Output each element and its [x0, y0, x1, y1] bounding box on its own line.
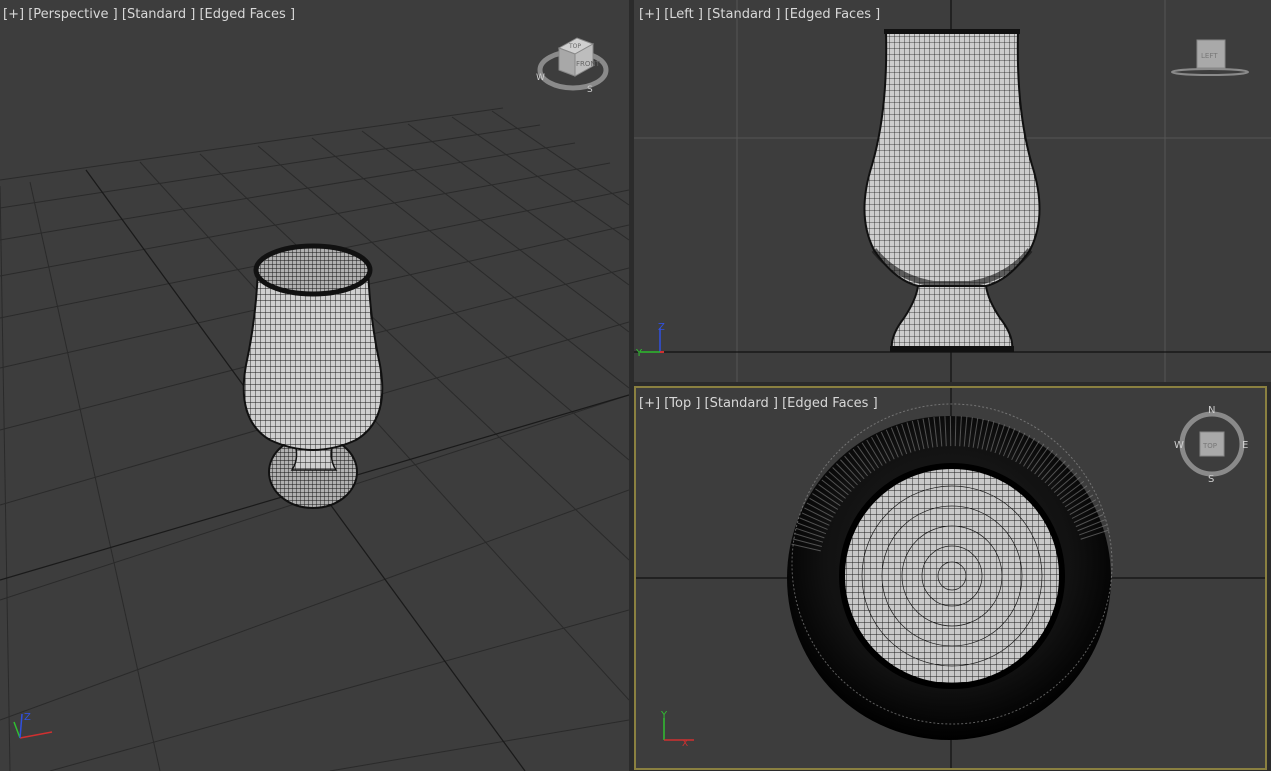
- view-type-menu[interactable]: [Left ]: [664, 7, 703, 22]
- viewport-perspective[interactable]: [+] [Perspective ] [Standard ] [Edged Fa…: [0, 0, 629, 771]
- compass-s-label: S: [1208, 474, 1214, 484]
- glass-mesh-perspective: [242, 243, 384, 509]
- glass-mesh-top: [787, 403, 1113, 740]
- compass-s-label: S: [587, 85, 593, 95]
- viewcube-face-label: TOP: [1202, 442, 1217, 450]
- axis-z-label: Z: [658, 322, 665, 333]
- viewcube-top-label: TOP: [568, 43, 581, 50]
- viewcube[interactable]: LEFT: [1170, 36, 1250, 80]
- viewport-menu-button[interactable]: [+]: [639, 396, 660, 411]
- axis-z-label: Z: [24, 712, 31, 723]
- compass-n-label: N: [1208, 405, 1215, 416]
- axis-tripod: Z: [13, 712, 53, 739]
- display-mode-menu[interactable]: [Edged Faces ]: [782, 396, 878, 411]
- viewport-label-perspective: [+] [Perspective ] [Standard ] [Edged Fa…: [3, 7, 295, 22]
- shading-menu[interactable]: [Standard ]: [707, 7, 780, 22]
- shading-menu[interactable]: [Standard ]: [705, 396, 778, 411]
- viewport-menu-button[interactable]: [+]: [639, 7, 660, 22]
- viewcube[interactable]: TOP N S W E: [1174, 404, 1250, 484]
- compass-w-label: W: [536, 73, 545, 83]
- axis-x-label: X: [682, 739, 688, 748]
- shading-menu[interactable]: [Standard ]: [122, 7, 195, 22]
- viewport-label-left: [+] [Left ] [Standard ] [Edged Faces ]: [639, 7, 880, 22]
- axis-tripod: Z Y: [635, 322, 665, 359]
- axis-y-label: Y: [660, 710, 668, 721]
- axis-tripod: Y X: [660, 710, 694, 748]
- viewport-left[interactable]: [+] [Left ] [Standard ] [Edged Faces ] L…: [634, 0, 1271, 382]
- viewport-label-top: [+] [Top ] [Standard ] [Edged Faces ]: [639, 396, 878, 411]
- perspective-scene: [0, 107, 629, 771]
- viewport-top[interactable]: [+] [Top ] [Standard ] [Edged Faces ] TO…: [634, 386, 1267, 770]
- glass-mesh-left: [863, 29, 1041, 352]
- viewport-menu-button[interactable]: [+]: [3, 7, 24, 22]
- viewcube-face-label: FRONT: [576, 60, 601, 68]
- display-mode-menu[interactable]: [Edged Faces ]: [199, 7, 295, 22]
- display-mode-menu[interactable]: [Edged Faces ]: [785, 7, 881, 22]
- compass-e-label: E: [1242, 440, 1248, 451]
- view-type-menu[interactable]: [Top ]: [664, 396, 700, 411]
- top-scene: [636, 388, 1265, 768]
- axis-y-label: Y: [635, 348, 643, 359]
- viewcube-face-label: LEFT: [1201, 52, 1218, 60]
- compass-w-label: W: [1174, 440, 1184, 451]
- view-type-menu[interactable]: [Perspective ]: [28, 7, 118, 22]
- viewcube[interactable]: FRONT TOP W S: [533, 32, 613, 98]
